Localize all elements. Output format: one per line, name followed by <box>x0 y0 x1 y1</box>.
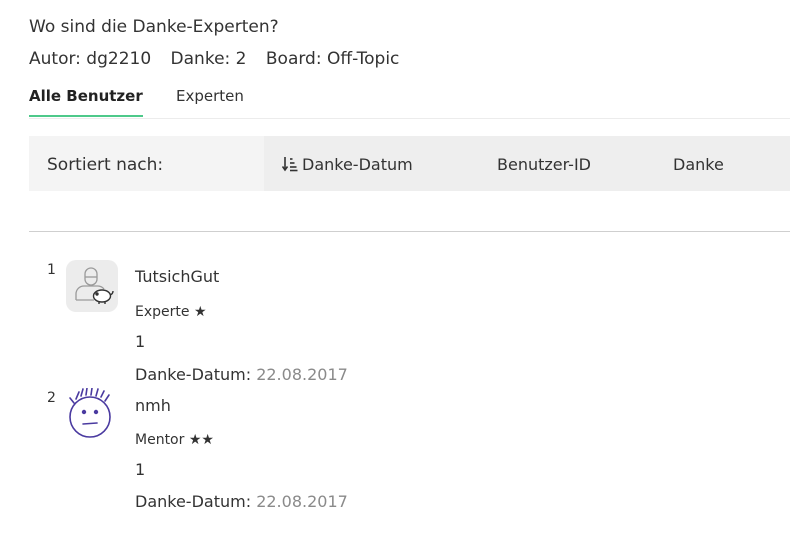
user-thanks-count: 1 <box>135 460 146 479</box>
thanks-date-value: 22.08.2017 <box>256 365 348 384</box>
thanks-date: Danke-Datum: 22.08.2017 <box>135 365 348 384</box>
default-user-avatar-icon <box>75 267 114 304</box>
author-info: Autor: dg2210 <box>29 49 152 69</box>
thanks-date: Danke-Datum: 22.08.2017 <box>135 492 348 511</box>
tab-experts[interactable]: Experten <box>176 87 244 115</box>
tab-all-users[interactable]: Alle Benutzer <box>29 87 143 117</box>
user-avatar[interactable] <box>66 387 118 440</box>
sort-label: Sortiert nach: <box>47 155 164 175</box>
user-rank-title: Experte ★ <box>135 304 207 320</box>
sort-option-danke[interactable]: Danke <box>673 155 724 174</box>
sketched-face-avatar <box>69 387 111 438</box>
user-avatar[interactable] <box>66 260 118 312</box>
user-rank: 1 <box>47 262 56 278</box>
sort-option-benutzer-id[interactable]: Benutzer-ID <box>497 155 591 174</box>
tabs-divider <box>29 118 790 119</box>
sort-option-label: Danke-Datum <box>302 155 413 174</box>
user-thanks-count: 1 <box>135 332 146 351</box>
user-name[interactable]: TutsichGut <box>135 267 219 286</box>
thanks-date-label: Danke-Datum: <box>135 492 252 511</box>
user-rank: 2 <box>47 390 56 406</box>
thanks-date-value: 22.08.2017 <box>256 492 348 511</box>
thanks-date-label: Danke-Datum: <box>135 365 252 384</box>
sort-descending-icon <box>281 156 298 172</box>
list-divider <box>29 231 790 232</box>
user-rank-title: Mentor ★★ <box>135 432 214 448</box>
user-name[interactable]: nmh <box>135 396 171 415</box>
page-title: Wo sind die Danke-Experten? <box>29 17 279 37</box>
thanks-count: Danke: 2 <box>170 49 247 69</box>
topic-meta: Autor: dg2210 Danke: 2 Board: Off-Topic <box>29 49 413 69</box>
board-info: Board: Off-Topic <box>265 49 400 69</box>
sort-option-danke-datum[interactable]: Danke-Datum <box>281 155 413 174</box>
